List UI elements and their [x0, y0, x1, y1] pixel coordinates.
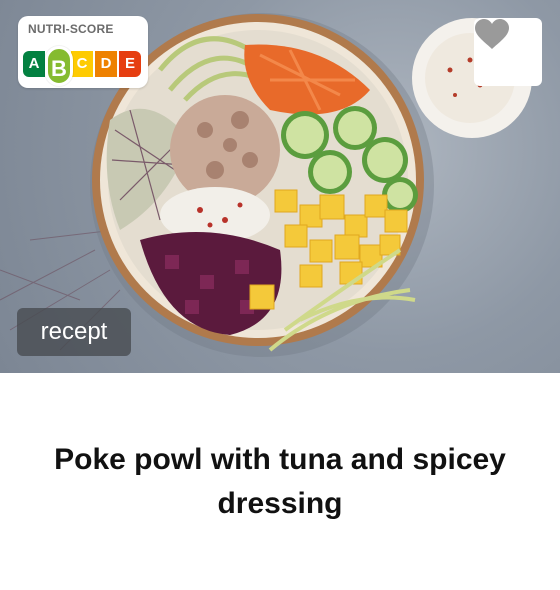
nutri-score-scale: ABCDE	[23, 46, 143, 86]
nutri-grade-e: E	[119, 51, 141, 77]
recipe-card[interactable]: NUTRI-SCORE ABCDE recept Poke powl with …	[0, 0, 560, 590]
recipe-title[interactable]: Poke powl with tuna and spicey dressing	[40, 438, 520, 526]
nutri-score-label: NUTRI-SCORE	[28, 22, 114, 36]
recipe-photo[interactable]: NUTRI-SCORE ABCDE recept	[0, 0, 560, 373]
nutri-grade-a: A	[23, 51, 45, 77]
nutri-grade-d: D	[95, 51, 117, 77]
recipe-tag: recept	[17, 308, 131, 356]
nutri-grade-b: B	[45, 46, 73, 86]
nutri-grade-c: C	[71, 51, 93, 77]
nutri-score-badge: NUTRI-SCORE ABCDE	[18, 16, 148, 88]
favorite-button[interactable]	[474, 18, 542, 86]
